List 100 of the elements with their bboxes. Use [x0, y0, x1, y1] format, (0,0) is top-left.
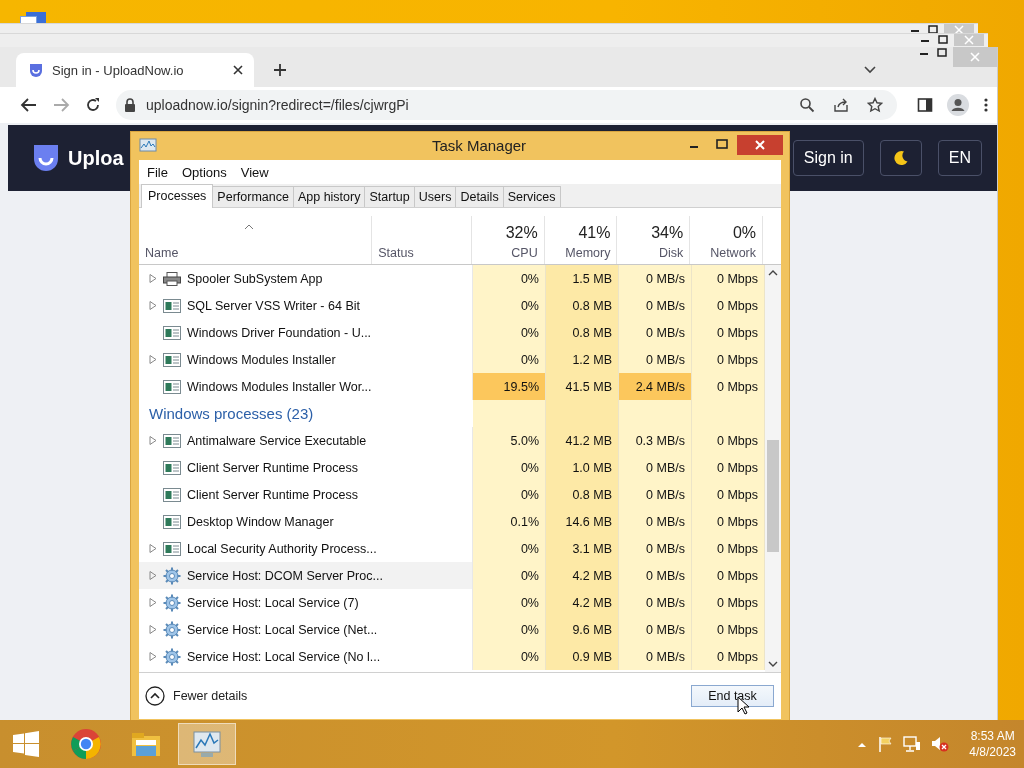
scroll-down-icon[interactable] — [768, 661, 778, 668]
tab[interactable]: Startup — [364, 186, 415, 207]
language-button[interactable]: EN — [937, 140, 982, 176]
back-arrow-icon[interactable] — [20, 97, 38, 113]
expand-arrow-icon[interactable] — [149, 598, 157, 607]
gear-icon — [163, 620, 181, 639]
table-cell: 0 Mbps — [692, 535, 765, 562]
tab[interactable]: Performance — [212, 186, 294, 207]
expand-arrow-icon[interactable] — [149, 544, 157, 553]
gear-icon — [163, 566, 181, 585]
table-cell: 0 MB/s — [619, 319, 692, 346]
menu-item[interactable]: File — [147, 164, 168, 180]
process-row[interactable]: Desktop Window Manager 0.1% 14.6 MB 0 MB/s 0 Mbps — [139, 508, 765, 535]
table-cell: 0 Mbps — [692, 319, 765, 346]
flag-icon[interactable] — [877, 736, 894, 752]
muted-speaker-icon[interactable] — [931, 736, 950, 752]
table-cell: 1.0 MB — [546, 454, 619, 481]
column-header[interactable]: Disk — [658, 246, 684, 260]
gear-icon — [163, 593, 181, 612]
chevron-down-icon[interactable] — [863, 65, 877, 75]
process-row[interactable]: Service Host: Local Service (Net... 0% 9.6 MB 0 MB/s 0 Mbps — [139, 616, 765, 643]
table-cell: 0 Mbps — [692, 562, 765, 589]
process-row[interactable]: SQL Server VSS Writer - 64 Bit 0% 0.8 MB 0 MB/s 0 Mbps — [139, 292, 765, 319]
expand-arrow-icon[interactable] — [149, 274, 157, 283]
process-row[interactable]: Windows Modules Installer 0% 1.2 MB 0 MB/s 0 Mbps — [139, 346, 765, 373]
profile-icon[interactable] — [947, 94, 969, 116]
taskbar-button[interactable] — [178, 723, 236, 765]
program-window-icon — [163, 379, 181, 394]
process-row[interactable]: Antimalware Service Executable 5.0% 41.2 MB 0.3 MB/s 0 Mbps — [139, 427, 765, 454]
side-panel-icon[interactable] — [917, 97, 933, 113]
column-header[interactable]: Network — [710, 246, 756, 260]
forward-arrow-icon[interactable] — [52, 97, 70, 113]
table-cell: 0 Mbps — [692, 616, 765, 643]
process-row[interactable]: Windows Modules Installer Wor... 19.5% 41.5 MB 2.4 MB/s 0 Mbps — [139, 373, 765, 400]
table-cell: 0.8 MB — [546, 319, 619, 346]
star-icon[interactable] — [867, 97, 883, 113]
table-cell: 0 MB/s — [619, 535, 692, 562]
table-cell: 0% — [473, 292, 546, 319]
expand-arrow-icon[interactable] — [149, 355, 157, 364]
sign-in-button[interactable]: Sign in — [792, 140, 864, 176]
menu-icon[interactable] — [983, 97, 989, 113]
process-row[interactable]: Local Security Authority Process... 0% 3.1 MB 0 MB/s 0 Mbps — [139, 535, 765, 562]
reload-icon[interactable] — [84, 96, 102, 114]
menu-item[interactable]: View — [240, 164, 269, 180]
process-row[interactable]: Client Server Runtime Process 0% 1.0 MB 0 MB/s 0 Mbps — [139, 454, 765, 481]
scroll-up-icon[interactable] — [768, 269, 778, 276]
close-icon[interactable] — [232, 64, 244, 76]
process-name: Client Server Runtime Process — [187, 460, 358, 475]
table-cell: 0 MB/s — [619, 346, 692, 373]
table-cell: 2.4 MB/s — [619, 373, 692, 400]
column-header[interactable]: Name — [145, 246, 179, 260]
network-icon[interactable] — [903, 736, 922, 752]
share-icon[interactable] — [833, 97, 849, 113]
maximize-icon[interactable] — [935, 47, 949, 59]
table-cell: 5.0% — [473, 427, 546, 454]
table-cell: 0% — [473, 454, 546, 481]
program-window-icon — [163, 298, 181, 313]
scrollbar[interactable] — [765, 265, 781, 672]
address-bar[interactable]: uploadnow.io/signin?redirect=/files/cjwrgPi — [116, 90, 897, 120]
column-header[interactable]: Memory — [565, 246, 611, 260]
menu-item[interactable]: Options — [181, 164, 227, 180]
logo-icon — [32, 143, 60, 173]
process-name: SQL Server VSS Writer - 64 Bit — [187, 298, 360, 313]
table-cell: 0% — [473, 535, 546, 562]
theme-toggle-button[interactable] — [879, 140, 922, 176]
expand-arrow-icon[interactable] — [149, 571, 157, 580]
expand-arrow-icon[interactable] — [149, 652, 157, 661]
tab[interactable]: Users — [413, 186, 457, 207]
collapse-up-icon[interactable] — [145, 686, 165, 706]
column-header[interactable]: Status — [378, 246, 414, 260]
tab[interactable]: Processes — [141, 184, 214, 208]
table-cell: 0% — [473, 643, 546, 670]
table-cell: 0 Mbps — [692, 589, 765, 616]
tab[interactable]: App history — [292, 186, 366, 207]
process-row[interactable]: Client Server Runtime Process 0% 0.8 MB 0 MB/s 0 Mbps — [139, 481, 765, 508]
expand-arrow-icon[interactable] — [149, 625, 157, 634]
process-row[interactable]: Windows Driver Foundation - U... 0% 0.8 MB 0 MB/s 0 Mbps — [139, 319, 765, 346]
tab[interactable]: Details — [455, 186, 504, 207]
program-window-icon — [163, 514, 181, 529]
program-window-icon — [163, 541, 181, 556]
process-row[interactable]: Service Host: DCOM Server Proc... 0% 4.2 MB 0 MB/s 0 Mbps — [139, 562, 765, 589]
table-cell: 0.8 MB — [546, 481, 619, 508]
search-icon[interactable] — [799, 97, 815, 113]
process-row[interactable]: Service Host: Local Service (No l... 0% 0.9 MB 0 MB/s 0 Mbps — [139, 643, 765, 670]
tray-expand-icon[interactable] — [857, 740, 868, 748]
process-row[interactable]: Spooler SubSystem App 0% 1.5 MB 0 MB/s 0 Mbps — [139, 265, 765, 292]
column-header[interactable]: CPU — [511, 246, 538, 260]
tab[interactable]: Services — [502, 186, 561, 207]
lock-icon — [124, 98, 136, 112]
process-name: Service Host: Local Service (No l... — [187, 649, 381, 664]
new-tab-icon[interactable] — [272, 62, 288, 78]
expand-arrow-icon[interactable] — [149, 301, 157, 310]
fewer-details-link[interactable]: Fewer details — [173, 689, 248, 703]
windows-start-icon[interactable] — [12, 731, 40, 757]
browser-tab[interactable]: Sign in - UploadNow.io — [16, 53, 254, 87]
tab-title: Sign in - UploadNow.io — [52, 62, 185, 78]
process-row[interactable]: Service Host: Local Service (7) 0% 4.2 MB 0 MB/s 0 Mbps — [139, 589, 765, 616]
scroll-thumb[interactable] — [767, 440, 779, 552]
process-name: Windows Modules Installer Wor... — [187, 379, 372, 394]
expand-arrow-icon[interactable] — [149, 436, 157, 445]
